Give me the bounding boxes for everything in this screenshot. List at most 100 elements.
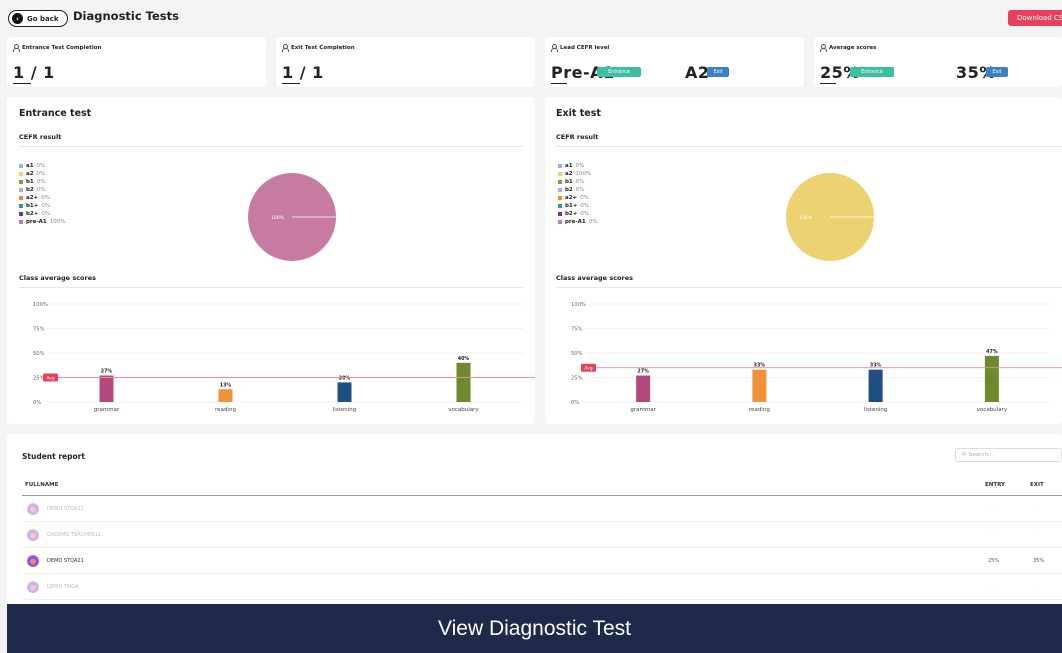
entry-score: 25% — [988, 558, 1000, 564]
bar-reading — [752, 369, 767, 402]
table-row[interactable]: GADEMO TEACHER11 - - — [22, 522, 1062, 548]
entrance-pie-label: 100% — [271, 215, 285, 221]
legend-percent: 0% — [588, 219, 598, 225]
bar-grammar — [636, 375, 651, 402]
lead-cefr-exit-value: A2 — [685, 63, 710, 82]
legend-swatch — [19, 196, 23, 200]
y-tick-label: 25% — [571, 376, 583, 382]
legend-percent: 0% — [36, 171, 46, 177]
exit-test-panel: Exit test CEFR result a1 0% a2 100% b1 0% b2 0%… — [545, 97, 1062, 424]
x-tick-label: grammar — [630, 407, 656, 413]
go-back-button[interactable]: ‹ Go back — [8, 10, 68, 27]
view-diagnostic-test-button[interactable]: View Diagnostic Test — [7, 604, 1062, 653]
legend-percent: 0% — [575, 163, 585, 169]
bar-listening — [868, 369, 883, 402]
student-name: DEMO TMGA — [47, 584, 79, 590]
entrance-title: Entrance test — [19, 108, 92, 119]
table-row[interactable]: DEMO STQA21 25% 35% — [22, 548, 1062, 574]
x-tick-label: vocabulary — [977, 407, 1008, 413]
entry-score: - — [991, 584, 993, 590]
x-tick-label: grammar — [94, 407, 120, 413]
column-header-exit[interactable]: EXIT — [1030, 482, 1044, 488]
legend-item: a2 0% — [19, 170, 65, 178]
y-tick-label: 0% — [33, 400, 41, 406]
bar-value-label: 27% — [101, 369, 113, 375]
stat-underline — [13, 83, 31, 84]
lead-cefr-card: Lead CEFR level Pre-A1 Entrance A2 Exit — [545, 37, 804, 87]
bar-value-label: 20% — [339, 375, 351, 381]
legend-percent: 0% — [36, 163, 46, 169]
legend-swatch — [558, 212, 562, 216]
arrow-left-icon: ‹ — [12, 13, 23, 24]
y-tick-label: 100% — [33, 302, 48, 308]
search-input[interactable]: ⚲ Search... — [955, 448, 1062, 462]
column-header-entry[interactable]: ENTRY — [985, 482, 1005, 488]
exit-scores-chart: 0%25%50%75%100%27%grammar33%reading33%li… — [571, 302, 1062, 413]
legend-swatch — [558, 188, 562, 192]
y-tick-label: 25% — [33, 376, 45, 382]
legend-swatch — [558, 196, 562, 200]
legend-name: b1 — [565, 179, 573, 185]
legend-swatch — [558, 220, 562, 224]
exit-score: - — [1037, 584, 1039, 590]
legend-percent: 100% — [49, 219, 66, 225]
exit-pie-label: 100% — [799, 215, 813, 221]
legend-item: a2+ 0% — [19, 194, 65, 202]
entry-score: - — [991, 532, 993, 538]
exit-score: - — [1037, 506, 1039, 512]
legend-percent: 0% — [36, 187, 46, 193]
average-scores-label: Average scores — [829, 44, 877, 51]
entrance-scores-title: Class average scores — [19, 274, 97, 282]
legend-name: pre-A1 — [565, 219, 586, 225]
student-name: GADEMO TEACHER11 — [47, 532, 101, 538]
exit-completion-label-wrap: Exit Test Completion — [282, 44, 355, 52]
y-tick-label: 0% — [571, 400, 579, 406]
x-tick-label: reading — [215, 407, 236, 413]
download-csv-button[interactable]: Download CSV — [1008, 10, 1062, 26]
x-tick-label: listening — [333, 407, 356, 413]
legend-name: b1+ — [565, 203, 578, 209]
exit-badge: Exit — [986, 67, 1008, 77]
exit-completion-label: Exit Test Completion — [291, 44, 355, 51]
bar-value-label: 27% — [637, 369, 649, 375]
legend-percent: 0% — [580, 211, 590, 217]
search-placeholder: Search... — [969, 452, 994, 458]
y-tick-label: 100% — [571, 302, 586, 308]
legend-swatch — [19, 212, 23, 216]
average-label: Avg — [46, 375, 54, 381]
legend-percent: 0% — [41, 203, 51, 209]
legend-name: b2 — [565, 187, 573, 193]
legend-percent: 0% — [580, 195, 589, 201]
table-row[interactable]: DEMO STQA22 - - — [22, 496, 1062, 522]
legend-swatch — [19, 204, 23, 208]
legend-swatch — [558, 204, 562, 208]
bar-value-label: 47% — [986, 349, 998, 355]
user-icon — [13, 44, 20, 52]
legend-swatch — [19, 172, 23, 176]
divider — [19, 146, 523, 147]
divider — [19, 287, 523, 288]
legend-name: b1 — [26, 179, 34, 185]
legend-name: b2+ — [565, 211, 578, 217]
stat-underline — [820, 83, 836, 84]
average-scores-label-wrap: Average scores — [820, 44, 877, 52]
entrance-cefr-pie: 100% — [248, 173, 336, 261]
bar-vocabulary — [984, 355, 999, 402]
legend-swatch — [19, 188, 23, 192]
x-tick-label: vocabulary — [448, 407, 479, 413]
user-icon — [282, 44, 289, 52]
column-header-fullname[interactable]: FULLNAME — [25, 482, 58, 488]
table-row[interactable]: DEMO TMGA - - — [22, 574, 1062, 600]
legend-name: a2 — [565, 171, 573, 177]
legend-percent: 0% — [36, 179, 46, 185]
legend-percent: 0% — [575, 187, 585, 193]
legend-swatch — [19, 164, 23, 168]
exit-score: 35% — [1033, 558, 1045, 564]
x-tick-label: reading — [749, 407, 770, 413]
bar-value-label: 40% — [458, 356, 470, 362]
legend-name: a1 — [26, 163, 34, 169]
x-tick-label: listening — [864, 407, 887, 413]
lead-cefr-label: Lead CEFR level — [560, 44, 610, 51]
y-tick-label: 75% — [571, 327, 583, 333]
user-icon — [551, 44, 558, 52]
